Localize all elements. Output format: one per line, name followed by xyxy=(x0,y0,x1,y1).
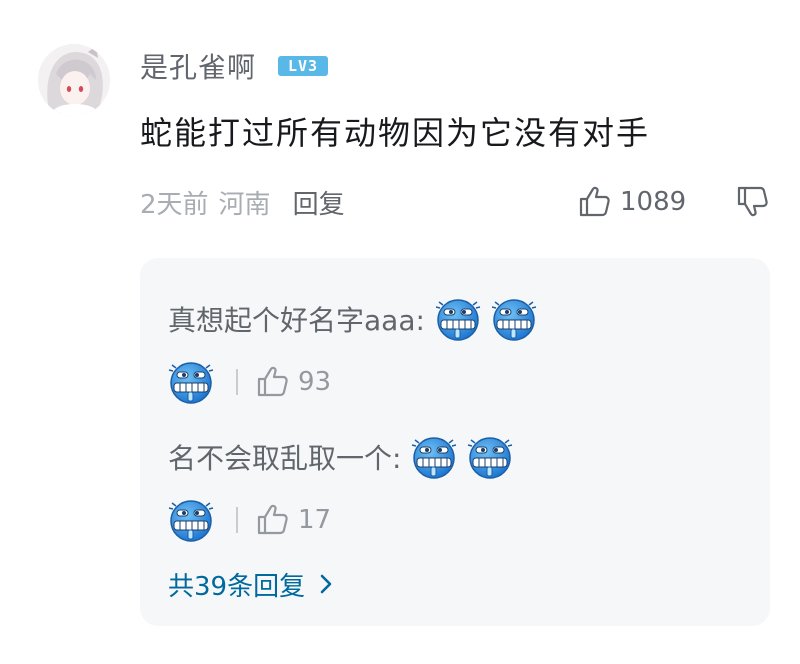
reply-item[interactable]: 名不会取乱取一个: 17 xyxy=(168,432,758,548)
comment-location: 河南 xyxy=(218,189,271,220)
comment-text: 蛇能打过所有动物因为它没有对手 xyxy=(140,114,651,152)
username[interactable]: 是孔雀啊 xyxy=(140,46,256,86)
chevron-right-icon xyxy=(320,574,332,594)
like-button[interactable]: 1089 xyxy=(578,182,686,222)
reply-text: 名不会取乱取一个: xyxy=(168,442,402,475)
like-count: 1089 xyxy=(620,187,687,217)
sneer-emoji-icon xyxy=(435,299,481,341)
replies-panel: 真想起个好名字aaa: 93 名不会取乱取一个: 17 共39条回复 xyxy=(140,258,770,626)
sneer-emoji-icon xyxy=(491,299,537,341)
divider xyxy=(236,507,238,533)
reply-button[interactable]: 回复 xyxy=(293,184,345,221)
thumb-down-icon xyxy=(737,186,768,217)
reply-item[interactable]: 真想起个好名字aaa: 93 xyxy=(168,294,758,410)
sneer-emoji-icon xyxy=(168,500,214,542)
thumb-up-icon[interactable] xyxy=(256,503,290,537)
more-replies-label: 共39条回复 xyxy=(168,571,306,602)
sneer-emoji-icon xyxy=(411,437,458,479)
reply-like-count: 93 xyxy=(298,367,332,397)
thumb-up-icon xyxy=(579,186,610,217)
reply-like-count: 17 xyxy=(298,505,332,535)
avatar[interactable] xyxy=(38,44,110,116)
sneer-emoji-icon xyxy=(168,362,214,404)
comment-header: 是孔雀啊 LV3 xyxy=(140,46,329,86)
comment-meta: 2天前 河南 回复 1089 xyxy=(140,182,780,222)
view-all-replies-link[interactable]: 共39条回复 xyxy=(168,564,333,604)
divider xyxy=(236,369,238,395)
thumb-up-icon[interactable] xyxy=(256,365,290,399)
avatar-image xyxy=(38,44,110,116)
comment-time: 2天前 xyxy=(140,189,209,220)
reply-text: 真想起个好名字aaa: xyxy=(168,304,425,337)
dislike-button[interactable] xyxy=(736,184,770,222)
level-badge: LV3 xyxy=(278,56,329,76)
sneer-emoji-icon xyxy=(467,437,514,479)
